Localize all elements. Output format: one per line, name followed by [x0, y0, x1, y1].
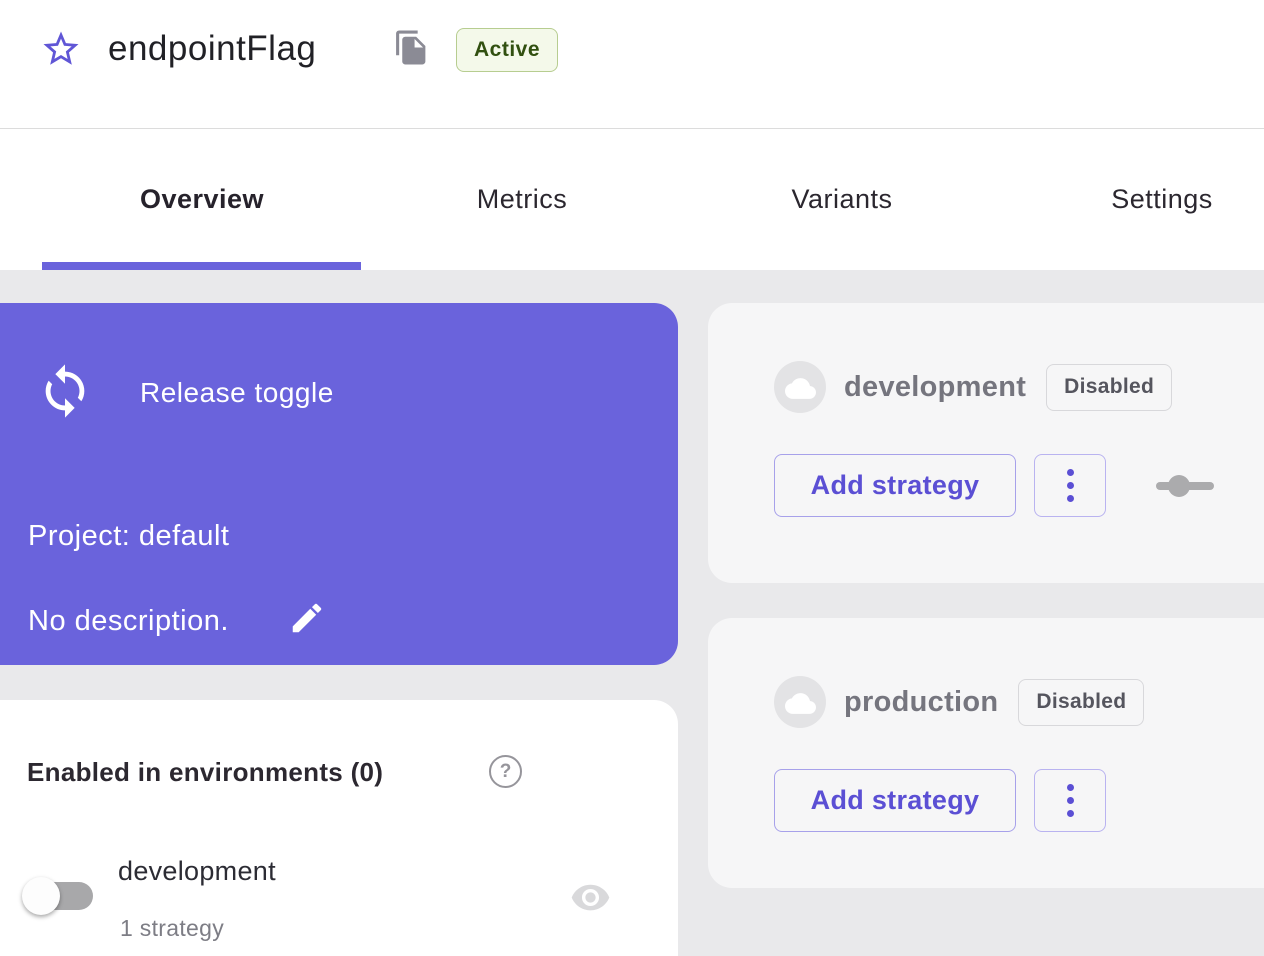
add-strategy-button[interactable]: Add strategy [774, 769, 1016, 832]
environment-card-development: development Disabled Add strategy [708, 303, 1264, 583]
edit-description-icon[interactable] [288, 599, 326, 637]
cloud-icon [785, 688, 816, 719]
feature-header: endpointFlag Active [0, 0, 1264, 128]
add-strategy-button[interactable]: Add strategy [774, 454, 1016, 517]
strategy-count: 1 strategy [120, 915, 224, 942]
environment-card-actions: Add strategy [774, 454, 1264, 517]
tab-metrics[interactable]: Metrics [362, 129, 682, 270]
environment-avatar [774, 361, 826, 413]
environment-status-badge: Disabled [1046, 364, 1172, 411]
environment-status-badge: Disabled [1018, 679, 1144, 726]
visibility-eye-icon[interactable] [570, 877, 611, 918]
more-options-button[interactable] [1034, 769, 1106, 832]
description-label: No description. [28, 605, 229, 638]
toggle-knob [22, 877, 60, 915]
kebab-icon [1067, 469, 1074, 476]
environment-row-name: development [118, 856, 276, 887]
strategy-slider-icon [1156, 474, 1214, 498]
copy-name-icon[interactable] [393, 29, 430, 66]
content-area: Release toggle Project: default No descr… [0, 270, 1264, 956]
environment-card-header: development Disabled [774, 361, 1264, 413]
environment-card-production: production Disabled Add strategy [708, 618, 1264, 888]
tab-settings[interactable]: Settings [1002, 129, 1264, 270]
feature-tabbar: Overview Metrics Variants Settings [42, 129, 1264, 270]
environment-name: development [844, 371, 1026, 404]
enabled-environments-card: Enabled in environments (0) ? developmen… [0, 700, 678, 956]
environment-avatar [774, 676, 826, 728]
more-options-button[interactable] [1034, 454, 1106, 517]
environment-name: production [844, 686, 998, 719]
feature-type-label: Release toggle [140, 377, 334, 409]
status-badge: Active [456, 28, 558, 72]
tab-overview[interactable]: Overview [42, 129, 362, 270]
environment-card-actions: Add strategy [774, 769, 1264, 832]
page-title: endpointFlag [108, 29, 316, 69]
tab-variants[interactable]: Variants [682, 129, 1002, 270]
enabled-environments-heading: Enabled in environments (0) [27, 757, 383, 788]
environment-toggle[interactable] [22, 877, 93, 915]
environment-card-header: production Disabled [774, 676, 1264, 728]
active-tab-underline [42, 262, 361, 270]
cloud-icon [785, 373, 816, 404]
help-icon[interactable]: ? [489, 755, 522, 788]
release-toggle-icon [36, 362, 94, 420]
project-label: Project: default [28, 520, 229, 553]
favorite-star-icon[interactable] [40, 28, 82, 70]
kebab-icon [1067, 784, 1074, 791]
feature-info-card: Release toggle Project: default No descr… [0, 303, 678, 665]
